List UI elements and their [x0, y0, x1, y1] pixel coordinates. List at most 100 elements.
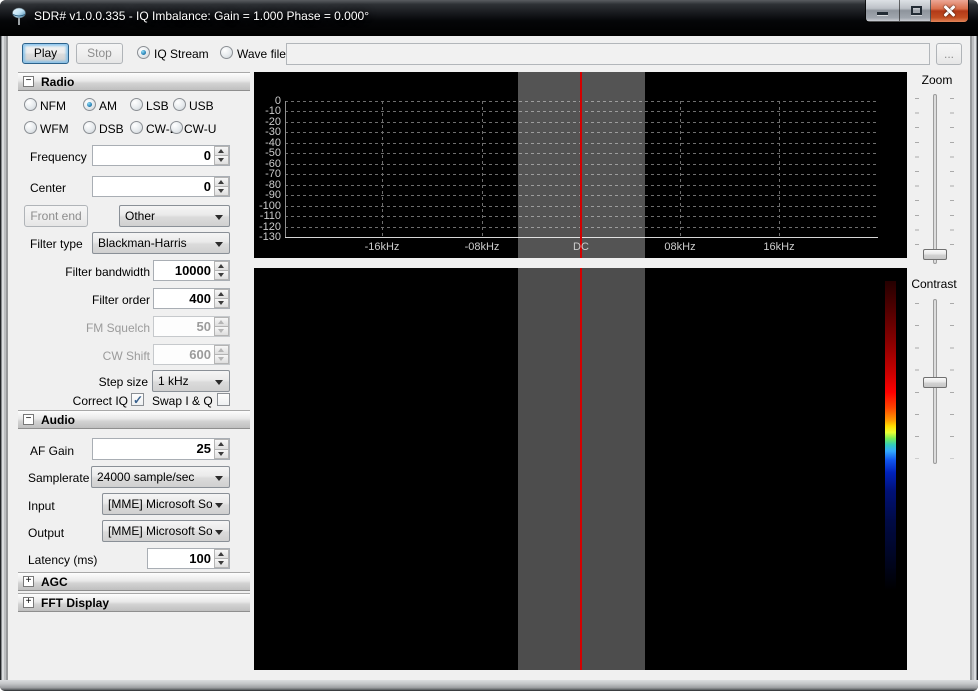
latency-label: Latency (ms) [28, 553, 98, 567]
spin-up-button[interactable] [214, 289, 229, 299]
window-border-bottom [0, 680, 978, 691]
input-device-select[interactable]: [MME] Microsoft Sound [102, 493, 230, 515]
dropdown-arrow-icon [215, 503, 223, 508]
minimize-button[interactable] [866, 0, 899, 21]
latency-input[interactable]: 100 [147, 548, 230, 569]
cw-shift-value: 600 [189, 347, 211, 362]
filter-bandwidth-value: 10000 [174, 263, 211, 278]
arrow-down-icon [218, 451, 224, 456]
mode-radio-am[interactable] [83, 98, 96, 111]
cw-shift-input: 600 [153, 344, 230, 365]
step-size-select[interactable]: 1 kHz [152, 370, 230, 392]
mode-radio-cwl[interactable] [130, 121, 143, 134]
filter-order-spinner [214, 289, 229, 308]
filter-type-select[interactable]: Blackman-Harris [92, 232, 230, 254]
mode-radio-cwu[interactable] [170, 121, 183, 134]
center-input[interactable]: 0 [92, 176, 230, 197]
wave-file-radio[interactable] [220, 46, 233, 59]
center-spinner [214, 177, 229, 196]
play-button[interactable]: Play [22, 43, 69, 64]
x-axis-tick-label: 16kHz [763, 241, 795, 253]
swap-iq-checkbox[interactable] [217, 393, 230, 406]
mode-radio-nfm[interactable] [24, 98, 37, 111]
filter-bandwidth-label: Filter bandwidth [65, 265, 150, 279]
zoom-slider-track[interactable] [933, 94, 937, 264]
zoom-ticks-left [915, 98, 919, 245]
minimize-icon [877, 12, 888, 15]
stop-button: Stop [76, 43, 123, 64]
radio-panel-title: Radio [41, 75, 75, 89]
iq-stream-radio[interactable] [137, 46, 150, 59]
spin-up-button[interactable] [214, 177, 229, 187]
spin-up-button [214, 345, 229, 355]
v-gridline [779, 101, 780, 238]
fm-squelch-input: 50 [153, 316, 230, 337]
samplerate-selected-option: 24000 sample/sec [97, 470, 195, 484]
maximize-button[interactable] [899, 0, 931, 21]
spin-up-button[interactable] [214, 549, 229, 559]
arrow-down-icon [218, 273, 224, 277]
spectrum-plot[interactable]: 0 -10 -20 -30 -40 -50 -60 -70 -80 -90 -100 -110 -120… [254, 72, 907, 258]
arrow-up-icon [218, 264, 224, 268]
mode-label-dsb: DSB [99, 122, 124, 136]
wave-file-label: Wave file [237, 47, 286, 61]
spectrum-y-axis [285, 101, 286, 238]
mode-label-nfm: NFM [40, 99, 66, 113]
mode-radio-wfm[interactable] [24, 121, 37, 134]
spin-up-button[interactable] [214, 146, 229, 156]
af-gain-input[interactable]: 25 [92, 438, 230, 460]
step-size-selected-option: 1 kHz [158, 374, 189, 388]
spin-down-button[interactable] [214, 271, 229, 280]
spin-up-button[interactable] [214, 261, 229, 271]
window-title: SDR# v1.0.0.335 - IQ Imbalance: Gain = 1… [34, 9, 370, 23]
collapse-icon[interactable]: − [23, 76, 34, 87]
waterfall-plot[interactable] [254, 268, 907, 670]
expand-icon[interactable]: + [23, 576, 34, 587]
spin-up-button[interactable] [214, 439, 229, 450]
caption-buttons [866, 0, 968, 22]
zoom-slider-label: Zoom [921, 73, 953, 87]
spin-down-button [214, 327, 229, 336]
v-gridline [382, 101, 383, 238]
frequency-spinner [214, 146, 229, 165]
dropdown-arrow-icon [215, 242, 223, 247]
close-button[interactable] [931, 0, 968, 22]
contrast-ticks-right [950, 303, 954, 459]
close-icon [931, 0, 968, 22]
filter-order-label: Filter order [91, 293, 150, 307]
dropdown-arrow-icon [215, 215, 223, 220]
spin-down-button[interactable] [214, 187, 229, 196]
filter-bandwidth-input[interactable]: 10000 [153, 260, 230, 281]
mode-radio-usb[interactable] [173, 98, 186, 111]
mode-radio-lsb[interactable] [130, 98, 143, 111]
arrow-down-icon [218, 561, 224, 565]
arrow-down-icon [218, 329, 224, 333]
samplerate-select[interactable]: 24000 sample/sec [91, 466, 230, 488]
frequency-input[interactable]: 0 [92, 145, 230, 166]
expand-icon[interactable]: + [23, 597, 34, 608]
titlebar[interactable]: SDR# v1.0.0.335 - IQ Imbalance: Gain = 1… [0, 0, 978, 36]
spin-down-button[interactable] [214, 449, 229, 459]
v-gridline [482, 101, 483, 238]
mode-radio-dsb[interactable] [83, 121, 96, 134]
fft-display-panel-header[interactable]: + FFT Display [18, 593, 250, 612]
spin-down-button[interactable] [214, 299, 229, 308]
spin-down-button[interactable] [214, 559, 229, 568]
contrast-slider-thumb[interactable] [923, 377, 947, 388]
collapse-icon[interactable]: − [23, 414, 34, 425]
zoom-slider-thumb[interactable] [923, 249, 947, 260]
correct-iq-checkbox[interactable] [131, 393, 144, 407]
radio-panel-header[interactable]: − Radio [18, 72, 250, 91]
arrow-down-icon [218, 301, 224, 305]
arrow-down-icon [218, 189, 224, 193]
front-end-select[interactable]: Other [119, 205, 230, 227]
center-value: 0 [203, 179, 211, 194]
arrow-up-icon [218, 180, 224, 184]
x-axis-tick-label: DC [573, 241, 589, 253]
spin-down-button[interactable] [214, 156, 229, 165]
audio-panel-header[interactable]: − Audio [18, 410, 250, 429]
agc-panel-header[interactable]: + AGC [18, 572, 250, 591]
output-device-select[interactable]: [MME] Microsoft Sound [102, 520, 230, 542]
spin-up-button [214, 317, 229, 327]
filter-order-input[interactable]: 400 [153, 288, 230, 309]
